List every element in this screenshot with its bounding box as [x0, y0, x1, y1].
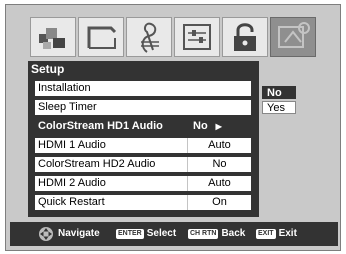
back-hint: CH RTN Back: [188, 228, 245, 239]
menu-item-value: No: [187, 157, 251, 172]
value-text: No: [193, 120, 208, 132]
menu-item-value: Auto: [187, 138, 251, 153]
menu-item-label: HDMI 2 Audio: [38, 177, 106, 189]
menu-item-value: On: [187, 195, 251, 210]
ch-rtn-key-icon: CH RTN: [188, 229, 219, 239]
select-text: Select: [146, 228, 177, 239]
menu-item-colorstream-hd1-audio[interactable]: ColorStream HD1 Audio No ▶: [35, 119, 251, 134]
menu-item-label: Quick Restart: [38, 196, 105, 208]
panel-title: Setup: [31, 62, 65, 76]
audio-menu-tab[interactable]: [126, 17, 172, 57]
menu-item-hdmi2-audio[interactable]: HDMI 2 Audio Auto: [35, 176, 251, 191]
screen-icon: [87, 26, 117, 49]
menu-item-colorstream-hd2-audio[interactable]: ColorStream HD2 Audio No: [35, 157, 251, 172]
menu-item-sleep-timer[interactable]: Sleep Timer: [35, 100, 251, 115]
option-no[interactable]: No: [262, 86, 296, 99]
select-hint: ENTER Select: [116, 228, 176, 239]
menu-item-hdmi1-audio[interactable]: HDMI 1 Audio Auto: [35, 138, 251, 153]
menu-item-label: ColorStream HD1 Audio: [38, 120, 163, 132]
tv-menu-screen: Setup Installation Sleep Timer ColorStre…: [5, 4, 341, 251]
navigate-icon: [39, 227, 53, 241]
setup-menu-tab[interactable]: [270, 17, 316, 57]
setup-icon: [278, 22, 310, 48]
menu-item-value: No ▶: [177, 119, 251, 134]
menu-item-label: ColorStream HD2 Audio: [38, 158, 156, 170]
lock-icon: [234, 23, 256, 51]
preferences-menu-tab[interactable]: [174, 17, 220, 57]
menu-item-quick-restart[interactable]: Quick Restart On: [35, 195, 251, 210]
lock-menu-tab[interactable]: [222, 17, 268, 57]
option-selector: No Yes: [260, 85, 296, 115]
screen-menu-tab[interactable]: [78, 17, 124, 57]
back-text: Back: [221, 228, 246, 239]
exit-text: Exit: [278, 228, 297, 239]
navigate-hint: Navigate: [58, 228, 100, 239]
menu-item-value: Auto: [187, 176, 251, 191]
option-yes[interactable]: Yes: [262, 101, 296, 114]
enter-key-icon: ENTER: [116, 229, 144, 239]
exit-hint: EXIT Exit: [256, 228, 297, 239]
arrow-right-icon: ▶: [215, 122, 222, 131]
menu-item-label: Installation: [38, 82, 91, 94]
picture-menu-tab[interactable]: [30, 17, 76, 57]
menu-item-label: Sleep Timer: [38, 101, 97, 113]
picture-icon: [39, 28, 65, 49]
preferences-icon: [183, 24, 211, 50]
exit-key-icon: EXIT: [256, 229, 276, 239]
menu-item-installation[interactable]: Installation: [35, 81, 251, 96]
audio-icon: [141, 22, 159, 53]
setup-panel: Setup Installation Sleep Timer ColorStre…: [28, 61, 259, 217]
footer-help-bar: Navigate ENTER Select CH RTN Back EXIT Exit: [10, 222, 338, 246]
menu-item-label: HDMI 1 Audio: [38, 139, 106, 151]
